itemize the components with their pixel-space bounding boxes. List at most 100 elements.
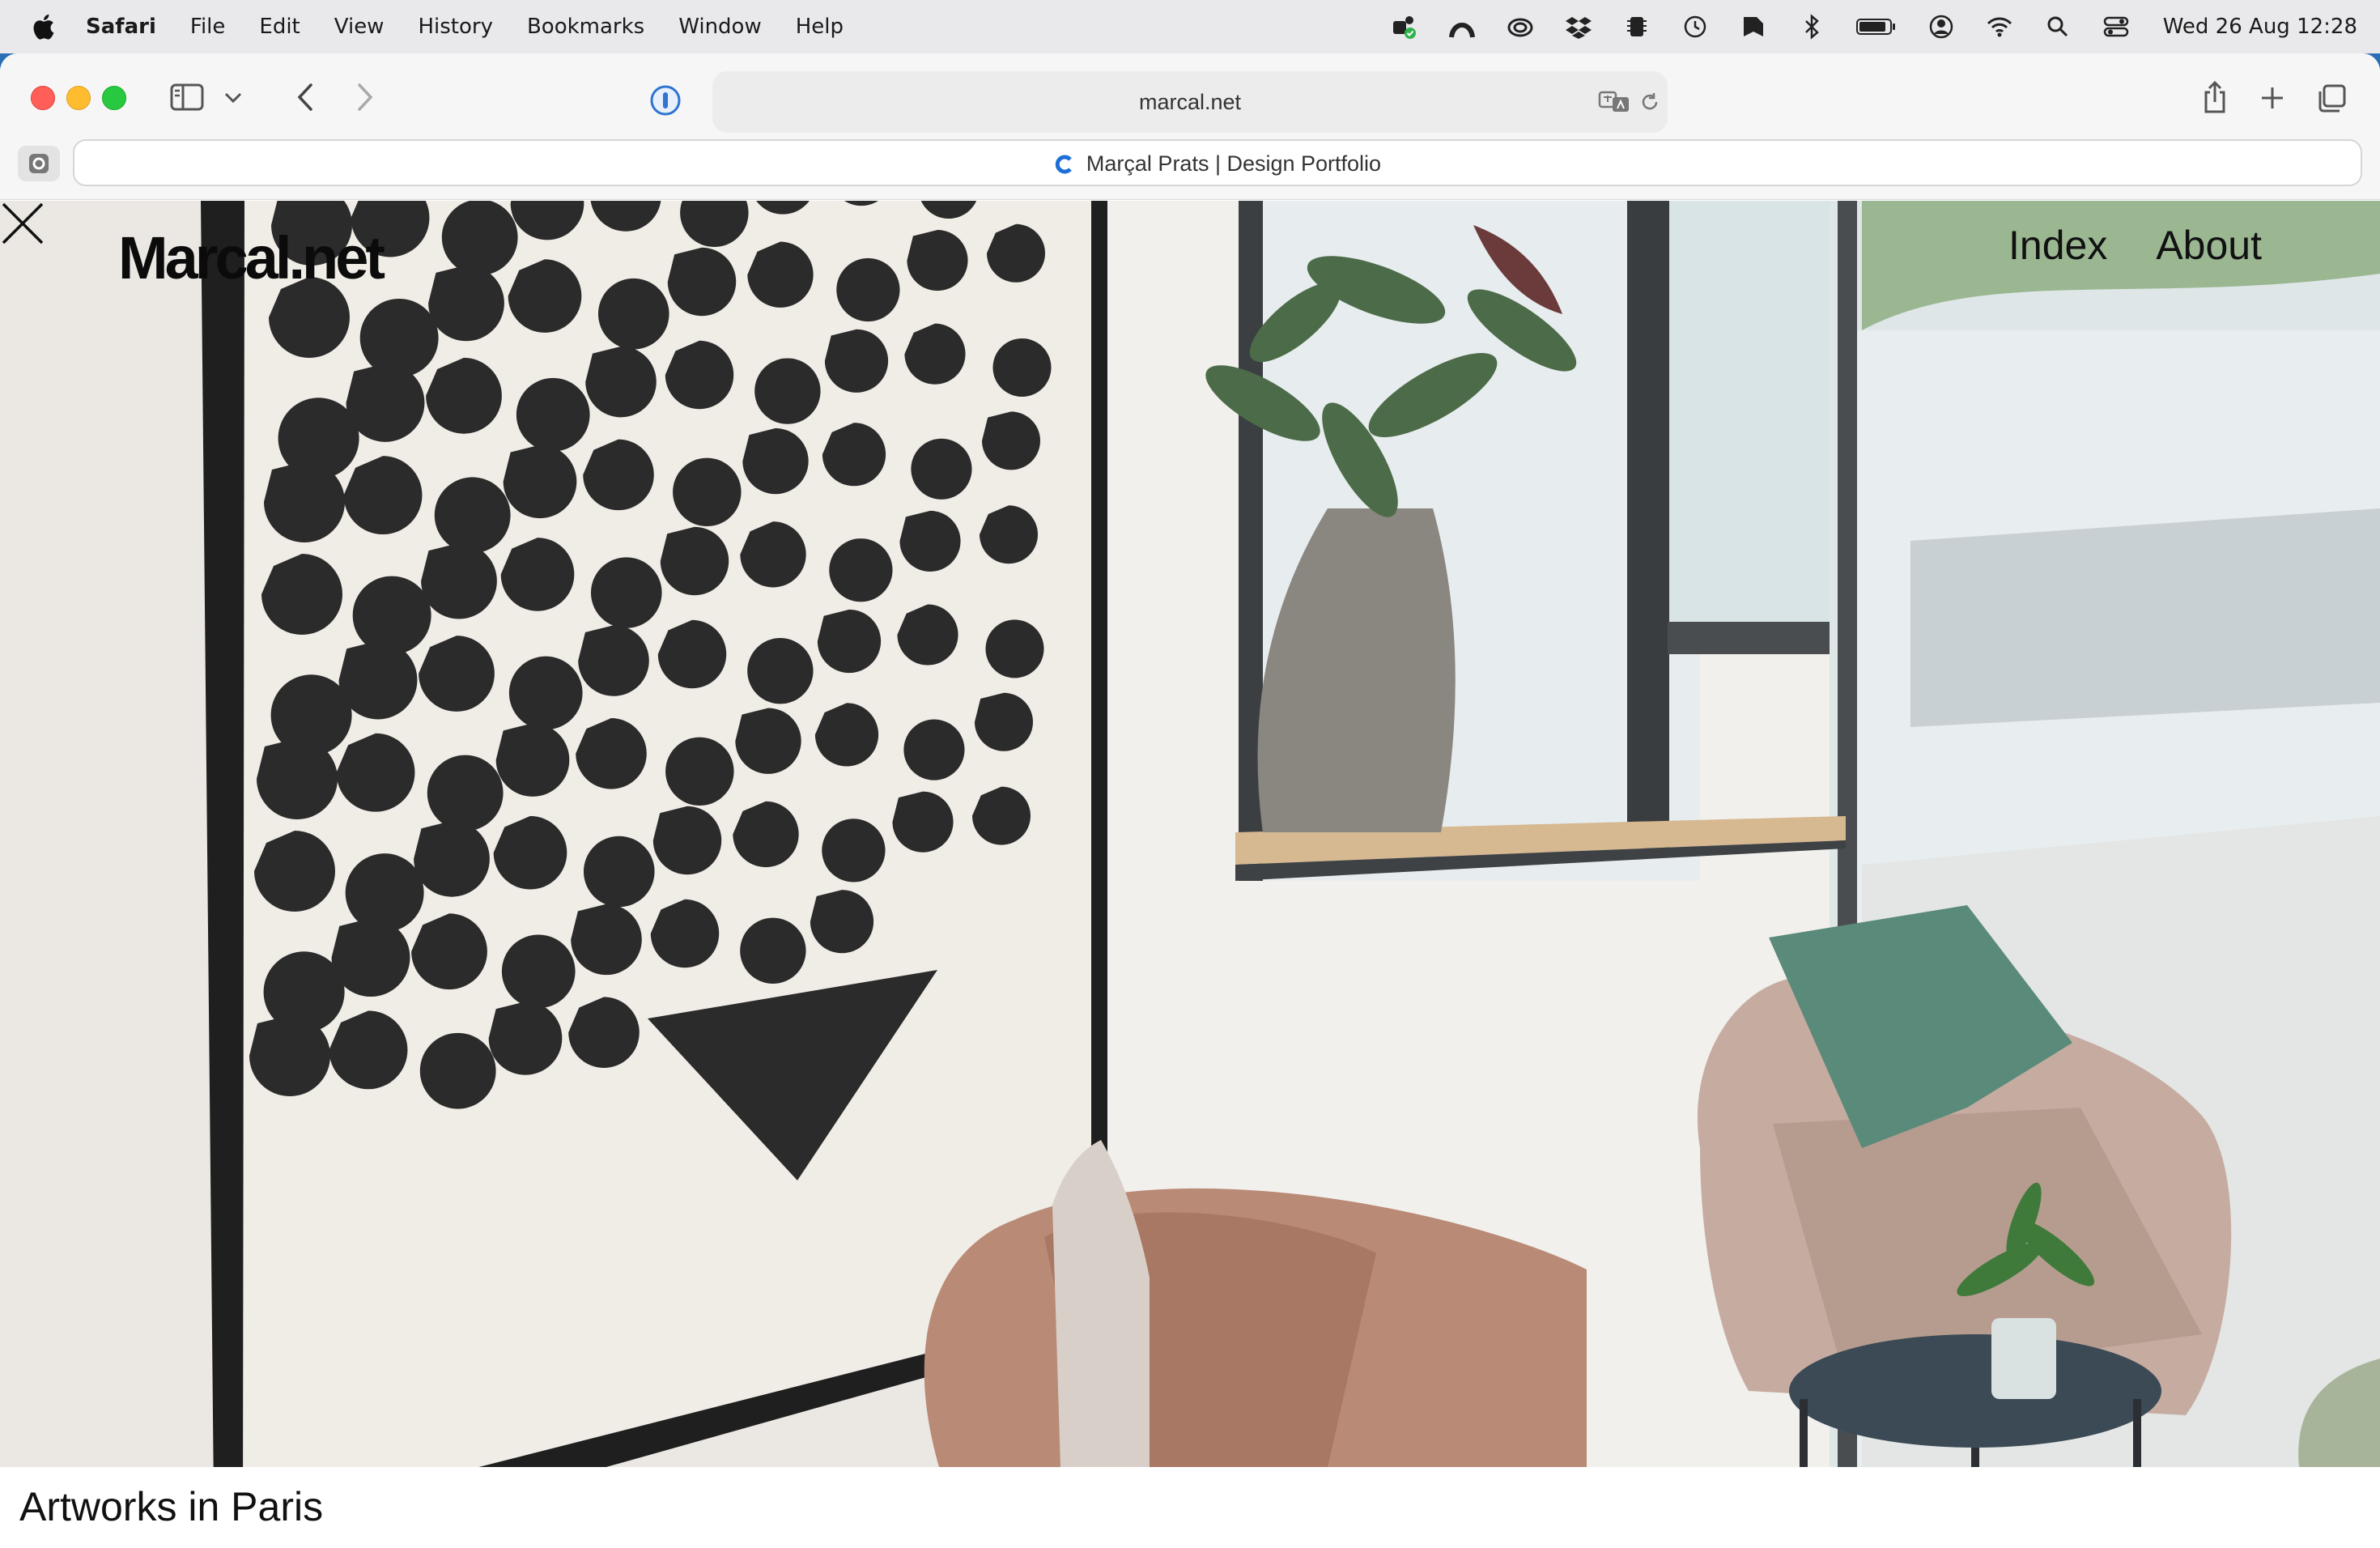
artwork-dot bbox=[903, 719, 965, 780]
artwork-dot bbox=[660, 526, 729, 596]
safari-window: marcal.net Marçal Prats | Design Portfol… bbox=[0, 53, 2380, 1548]
site-logo[interactable]: Marcal.net bbox=[118, 223, 385, 292]
control-center-icon[interactable] bbox=[2102, 12, 2131, 41]
window-zoom-button[interactable] bbox=[102, 86, 126, 110]
menu-file[interactable]: File bbox=[190, 15, 226, 39]
site-favicon-icon bbox=[1055, 155, 1072, 174]
back-button[interactable] bbox=[295, 81, 317, 113]
time-machine-icon[interactable] bbox=[1681, 12, 1710, 41]
artwork-dot bbox=[814, 703, 879, 767]
artwork-dot bbox=[817, 609, 882, 674]
artwork-dot bbox=[264, 461, 345, 542]
artwork-dot bbox=[583, 836, 655, 908]
artwork-dot bbox=[754, 358, 821, 424]
creative-cloud-icon[interactable] bbox=[1506, 12, 1535, 41]
artwork-dot bbox=[249, 1015, 330, 1096]
artwork-dot bbox=[508, 656, 583, 730]
artwork-dot bbox=[508, 259, 582, 333]
dropbox-icon[interactable] bbox=[1564, 12, 1593, 41]
artwork-dot bbox=[673, 457, 742, 527]
artwork-dot bbox=[747, 638, 814, 704]
artwork-dot bbox=[733, 801, 799, 868]
forward-button[interactable] bbox=[353, 81, 376, 113]
close-icon[interactable] bbox=[0, 201, 45, 246]
artwork-dot bbox=[590, 557, 662, 628]
active-tab[interactable]: Marçal Prats | Design Portfolio bbox=[73, 139, 2362, 186]
browser-toolbar: marcal.net Marçal Prats | Design Portfol… bbox=[0, 53, 2380, 200]
sidebar-toggle-icon[interactable] bbox=[170, 83, 204, 112]
project-caption: Artworks in Paris bbox=[19, 1484, 324, 1529]
artwork-dot bbox=[488, 1002, 563, 1075]
nav-about-link[interactable]: About bbox=[2156, 222, 2262, 269]
artwork-dot bbox=[657, 619, 727, 689]
artwork-dot bbox=[516, 377, 590, 452]
status-area: Wed 26 Aug 12:28 bbox=[1360, 0, 2357, 53]
share-icon[interactable] bbox=[2202, 79, 2228, 115]
artwork-dot bbox=[419, 1032, 496, 1109]
artwork-photo-illustration bbox=[0, 201, 2380, 1467]
window-close-button[interactable] bbox=[31, 86, 55, 110]
menu-view[interactable]: View bbox=[334, 15, 385, 39]
artwork-dot bbox=[975, 692, 1034, 751]
artwork-dot bbox=[261, 554, 342, 635]
artwork-dot bbox=[665, 737, 734, 806]
artwork-dot bbox=[742, 427, 809, 495]
reload-icon[interactable] bbox=[1638, 91, 1661, 113]
bluetooth-icon[interactable] bbox=[1797, 12, 1826, 41]
tag-icon[interactable] bbox=[1739, 12, 1768, 41]
teams-icon[interactable] bbox=[1389, 12, 1418, 41]
address-bar[interactable]: marcal.net bbox=[712, 71, 1668, 133]
tab-title: Marçal Prats | Design Portfolio bbox=[1086, 151, 1382, 176]
artwork-dot bbox=[414, 820, 490, 897]
address-bar-url[interactable]: marcal.net bbox=[712, 71, 1668, 133]
new-tab-icon[interactable] bbox=[2260, 86, 2284, 110]
artwork-dot bbox=[824, 329, 889, 393]
apple-logo-icon[interactable] bbox=[31, 12, 55, 41]
wifi-icon[interactable] bbox=[1985, 12, 2014, 41]
artwork-dot bbox=[359, 298, 439, 377]
menu-edit[interactable]: Edit bbox=[259, 15, 300, 39]
artwork-dot bbox=[338, 640, 418, 720]
tab-groups-chevron-icon[interactable] bbox=[223, 91, 243, 105]
artwork-dot bbox=[254, 831, 335, 912]
pinned-tab-icon[interactable] bbox=[16, 144, 62, 183]
artwork-dot bbox=[583, 439, 654, 511]
battery-icon[interactable] bbox=[1855, 12, 1898, 41]
artwork-dot bbox=[810, 890, 874, 954]
artwork-dot bbox=[985, 619, 1044, 678]
menu-history[interactable]: History bbox=[418, 15, 493, 39]
artwork-dot bbox=[257, 738, 338, 819]
artwork-dot bbox=[571, 904, 642, 976]
menu-help[interactable]: Help bbox=[796, 15, 844, 39]
artwork-dot bbox=[434, 477, 511, 554]
nav-index-link[interactable]: Index bbox=[2008, 222, 2107, 269]
artwork-dot bbox=[501, 934, 576, 1009]
artwork-dot bbox=[892, 791, 954, 853]
menu-bookmarks[interactable]: Bookmarks bbox=[527, 15, 644, 39]
artwork-dot bbox=[352, 576, 431, 655]
artwork-dot bbox=[441, 201, 518, 275]
artwork-dot bbox=[740, 917, 806, 984]
artwork-dot bbox=[899, 510, 961, 572]
menu-app-safari[interactable]: Safari bbox=[86, 15, 156, 39]
tab-overview-icon[interactable] bbox=[2317, 84, 2346, 113]
artwork-dot bbox=[421, 542, 497, 619]
artwork-dot bbox=[568, 997, 640, 1068]
hero-photo: Marcal.net Index About bbox=[0, 201, 2380, 1467]
user-icon[interactable] bbox=[1927, 12, 1956, 41]
artwork-dot bbox=[822, 819, 886, 882]
spotlight-icon[interactable] bbox=[2043, 12, 2072, 41]
artwork-dot bbox=[652, 806, 722, 875]
extension-1password-icon[interactable] bbox=[649, 84, 682, 117]
memory-chip-icon[interactable] bbox=[1622, 12, 1651, 41]
menu-window[interactable]: Window bbox=[678, 15, 762, 39]
artwork-dot bbox=[495, 723, 570, 797]
window-minimize-button[interactable] bbox=[66, 86, 91, 110]
menubar-clock[interactable]: Wed 26 Aug 12:28 bbox=[2163, 15, 2357, 39]
arc-icon[interactable] bbox=[1447, 12, 1477, 41]
translate-icon[interactable] bbox=[1598, 89, 1630, 115]
artwork-dot bbox=[907, 230, 968, 291]
artwork-dot bbox=[585, 346, 657, 418]
web-page: Marcal.net Index About Artworks in Paris bbox=[0, 201, 2380, 1548]
menu-bar: Safari File Edit View History Bookmarks … bbox=[0, 0, 2380, 53]
